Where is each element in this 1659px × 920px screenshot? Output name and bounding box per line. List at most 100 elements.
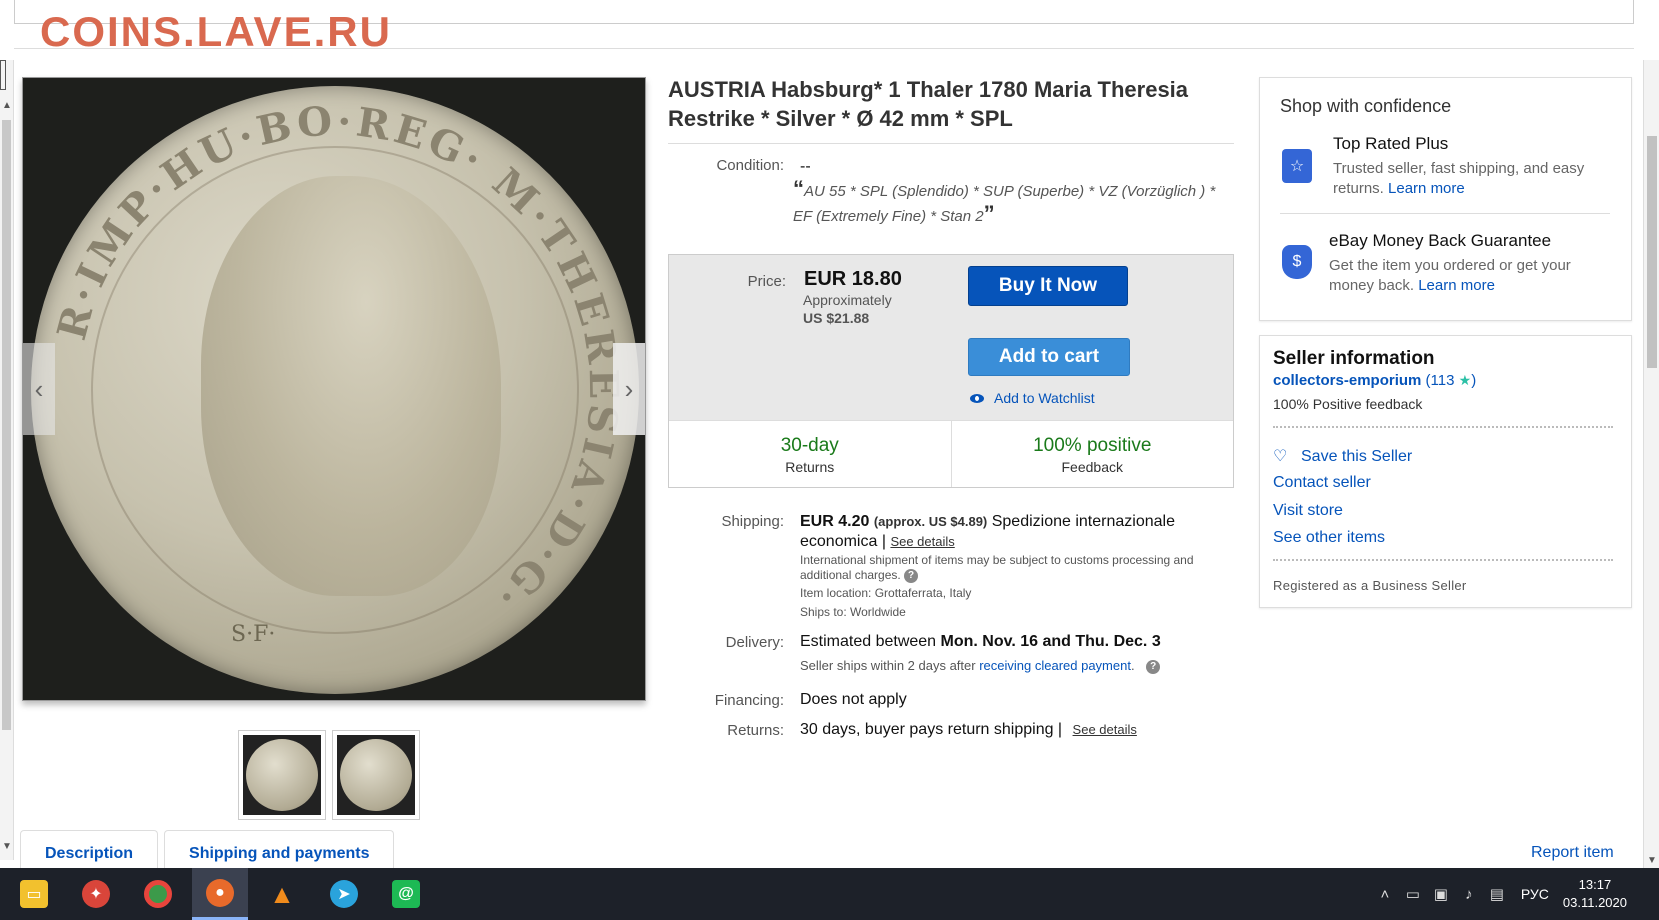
seller-information-panel: Seller information collectors-emporium (… xyxy=(1259,335,1632,608)
add-to-cart-button[interactable]: Add to cart xyxy=(968,338,1130,376)
taskbar-app-vlc[interactable]: ▲ xyxy=(254,868,310,920)
coin-legend: R·IMP·HU·BO·REG· M·THERESIA·D·G· S·F· xyxy=(48,97,627,647)
shipping-see-details-link[interactable]: See details xyxy=(890,534,954,549)
returns-text: 30 days, buyer pays return shipping | xyxy=(800,721,1063,738)
top-rated-learn-more-link[interactable]: Learn more xyxy=(1388,180,1465,197)
cleared-payment-link[interactable]: receiving cleared payment xyxy=(979,658,1131,673)
scrollbar-thumb[interactable] xyxy=(2,120,11,730)
language-indicator[interactable]: РУС xyxy=(1521,886,1549,902)
scroll-down-icon[interactable]: ▼ xyxy=(0,841,14,852)
add-to-watchlist-link[interactable]: Add to Watchlist xyxy=(970,390,1095,406)
taskbar-app-file-explorer[interactable]: ▭ xyxy=(6,868,62,920)
delivery-value: Estimated between Mon. Nov. 16 and Thu. … xyxy=(800,633,1161,651)
star-icon: ★ xyxy=(1458,372,1472,388)
app-icon: ✦ xyxy=(82,880,110,908)
returns-see-details-link[interactable]: See details xyxy=(1073,722,1137,737)
price-approx-label: Approximately xyxy=(803,292,892,308)
main-item-image[interactable]: R·IMP·HU·BO·REG· M·THERESIA·D·G· S·F· ‹ … xyxy=(22,77,646,701)
scrollbar-thumb[interactable] xyxy=(1647,136,1657,368)
coin-legend-text: R·IMP·HU·BO·REG· M·THERESIA·D·G· xyxy=(48,97,627,621)
open-quote: “ xyxy=(793,176,804,201)
help-icon[interactable]: ? xyxy=(904,568,919,583)
dotted-divider xyxy=(1273,426,1613,428)
intl-shipping-text: International shipment of items may be s… xyxy=(800,553,1194,582)
stat-returns-label: Returns xyxy=(785,459,835,475)
item-title: AUSTRIA Habsburg* 1 Thaler 1780 Maria Th… xyxy=(668,77,1189,131)
returns-label: Returns: xyxy=(727,722,784,739)
report-item-link[interactable]: Report item xyxy=(1531,844,1614,862)
telegram-icon: ➤ xyxy=(330,880,358,908)
prev-image-button[interactable]: ‹ xyxy=(23,343,55,435)
taskbar-app-mail[interactable]: @ xyxy=(378,868,434,920)
positive-feedback: 100% Positive feedback xyxy=(1273,396,1423,412)
clock-date: 03.11.2020 xyxy=(1562,895,1627,910)
right-scrollbar[interactable]: ▼ xyxy=(1643,60,1659,868)
system-tray: ˄ ▭ ▣ ♪ ▤ РУС 13:17 03.11.2020 xyxy=(1371,868,1659,920)
top-rated-title: Top Rated Plus xyxy=(1333,134,1449,153)
clock[interactable]: 13:17 03.11.2020 xyxy=(1563,876,1627,912)
help-icon[interactable]: ? xyxy=(1146,659,1161,674)
thumbnail-1[interactable] xyxy=(238,730,326,820)
dotted-divider xyxy=(1273,559,1613,561)
coin-image: R·IMP·HU·BO·REG· M·THERESIA·D·G· S·F· xyxy=(31,86,639,694)
contact-seller-link[interactable]: Contact seller xyxy=(1273,474,1371,492)
mail-icon: @ xyxy=(392,880,420,908)
save-seller-link[interactable]: ♡ Save this Seller xyxy=(1273,446,1412,466)
item-location: Item location: Grottaferrata, Italy xyxy=(800,586,972,600)
money-back-learn-more-link[interactable]: Learn more xyxy=(1418,277,1495,294)
stat-feedback-label: Feedback xyxy=(1061,459,1123,475)
scroll-handle-box xyxy=(0,60,6,90)
left-scrollbar[interactable]: ▲ ▼ xyxy=(0,60,14,860)
network-icon[interactable]: ▣ xyxy=(1427,885,1455,903)
delivery-label: Delivery: xyxy=(725,634,784,651)
price-label: Price: xyxy=(747,273,786,290)
condition-note-text: AU 55 * SPL (Splendido) * SUP (Superbe) … xyxy=(793,183,1216,225)
financing-value: Does not apply xyxy=(800,691,907,708)
returns-value: 30 days, buyer pays return shipping | Se… xyxy=(800,721,1137,739)
tab-description[interactable]: Description xyxy=(20,830,159,868)
money-back-title: eBay Money Back Guarantee xyxy=(1329,231,1552,250)
taskbar-app-2[interactable]: ✦ xyxy=(68,868,124,920)
next-image-button[interactable]: › xyxy=(613,343,645,435)
close-quote: ” xyxy=(983,201,995,226)
taskbar-app-telegram[interactable]: ➤ xyxy=(316,868,372,920)
ime-icon[interactable]: ▤ xyxy=(1483,885,1511,903)
tab-shipping-payments[interactable]: Shipping and payments xyxy=(164,830,395,868)
battery-icon[interactable]: ▭ xyxy=(1399,885,1427,903)
delivery-note-suffix: . xyxy=(1130,658,1135,673)
buy-it-now-button[interactable]: Buy It Now xyxy=(968,266,1128,306)
taskbar-app-firefox[interactable]: ● xyxy=(192,868,248,920)
divider xyxy=(1280,213,1610,214)
shop-with-confidence-panel: Shop with confidence ☆ Top Rated Plus Tr… xyxy=(1259,77,1632,321)
file-explorer-icon: ▭ xyxy=(20,880,48,908)
taskbar-app-chrome[interactable] xyxy=(130,868,186,920)
taskbar: ▭ ✦ ● ▲ ➤ @ ˄ ▭ ▣ ♪ ▤ РУС 13:17 03.11.20… xyxy=(0,868,1659,920)
shop-confidence-heading: Shop with confidence xyxy=(1280,96,1452,116)
firefox-icon: ● xyxy=(206,878,234,907)
stat-feedback: 100% positive Feedback xyxy=(950,421,1234,487)
scroll-up-icon[interactable]: ▲ xyxy=(0,100,14,111)
divider xyxy=(668,143,1234,144)
shipping-label: Shipping: xyxy=(721,513,784,530)
see-other-items-link[interactable]: See other items xyxy=(1273,529,1385,547)
stat-feedback-value: 100% positive xyxy=(1033,435,1152,456)
intl-shipping-note: International shipment of items may be s… xyxy=(800,553,1220,583)
shipping-price: EUR 4.20 xyxy=(800,513,870,530)
mint-mark: S·F· xyxy=(231,622,275,647)
feedback-score[interactable]: (113 xyxy=(1426,372,1455,389)
vlc-icon: ▲ xyxy=(269,878,295,909)
registered-business-seller: Registered as a Business Seller xyxy=(1273,578,1467,593)
chevron-right-icon: › xyxy=(624,373,634,404)
seller-info-heading: Seller information xyxy=(1273,348,1435,369)
chevron-up-icon[interactable]: ˄ xyxy=(1371,886,1399,903)
thumbnail-2[interactable] xyxy=(332,730,420,820)
delivery-note-prefix: Seller ships within 2 days after xyxy=(800,658,980,673)
shipping-approx: (approx. US $4.89) xyxy=(873,514,988,529)
scroll-down-icon[interactable]: ▼ xyxy=(1644,855,1659,866)
volume-icon[interactable]: ♪ xyxy=(1455,886,1483,903)
visit-store-link[interactable]: Visit store xyxy=(1273,502,1343,520)
seller-name-link[interactable]: collectors-emporium xyxy=(1273,372,1421,389)
star-badge-icon: ☆ xyxy=(1282,149,1312,183)
condition-note: “AU 55 * SPL (Splendido) * SUP (Superbe)… xyxy=(793,178,1233,228)
price-value: EUR 18.80 xyxy=(804,268,902,290)
